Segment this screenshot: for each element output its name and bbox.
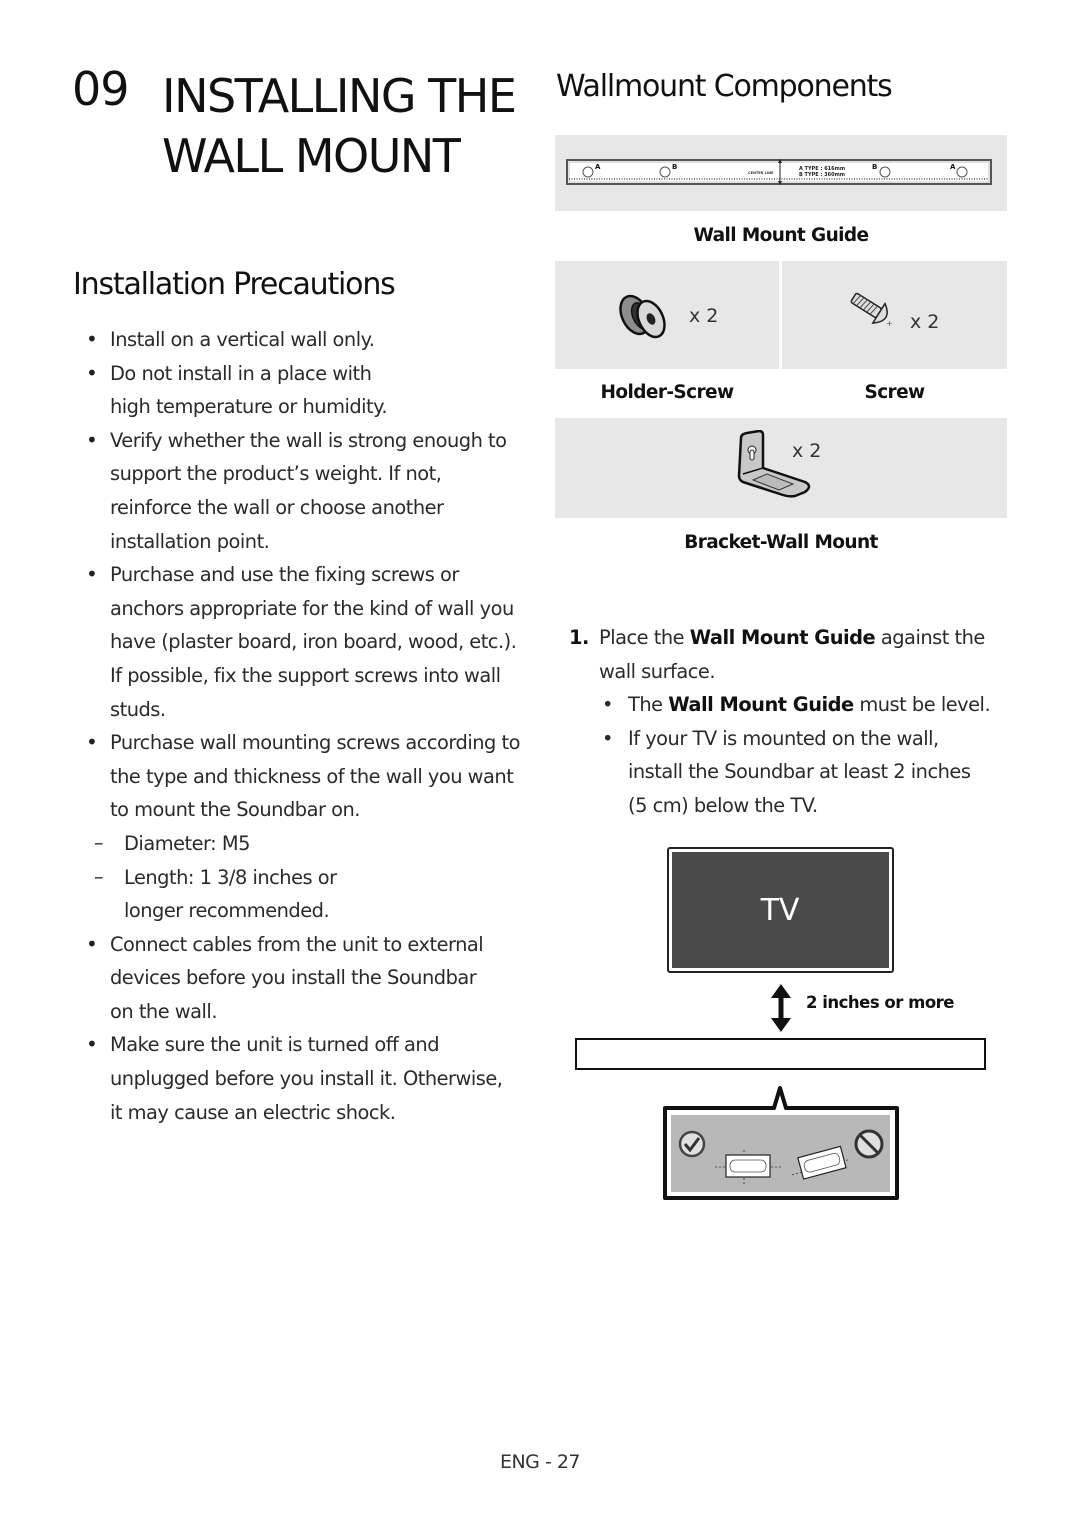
list-item: Do not install in a place with high temp… [84,357,534,424]
mark-a-right: A [950,163,956,171]
precautions-heading: Installation Precautions [73,267,396,302]
wall-mount-guide-panel: A B B A CENTER LINE A TYPE : 616mm B TYP… [555,135,1007,211]
list-item: Connect cables from the unit to external… [84,928,534,1029]
double-arrow-icon [771,984,791,1032]
list-item: Purchase wall mounting screws according … [84,726,534,928]
spec-item-length: Length: 1 3/8 inches or longer recommend… [84,861,534,928]
list-item: Purchase and use the fixing screws or an… [84,558,534,726]
precautions-list: Install on a vertical wall only. Do not … [84,323,534,1129]
hole-a-right [956,166,968,178]
prohibited-icon [854,1129,884,1159]
step-text-bold: Wall Mount Guide [689,626,876,649]
check-circle-icon [678,1130,706,1158]
step-1: 1. Place the Wall Mount Guide against th… [569,621,1009,823]
hole-b-right [879,166,891,178]
screw-icon: + [850,292,893,328]
chapter-title: INSTALLING THE WALL MOUNT [162,66,542,186]
bracket-wall-mount-panel: x 2 [555,418,1007,518]
list-item: Install on a vertical wall only. [84,323,534,357]
screw-label: Screw [864,382,925,403]
bullet-text-post: must be level. [853,693,991,717]
screw-panel: + x 2 [782,261,1007,369]
list-item: The Wall Mount Guide must be level. [599,688,1009,722]
tv-label: TV [760,893,800,928]
list-item-text: Purchase wall mounting screws according … [110,731,520,822]
soundbar-outline [575,1038,986,1070]
svg-text:+: + [886,319,893,328]
wall-mount-guide-illustration: A B B A CENTER LINE A TYPE : 616mm B TYP… [566,159,992,185]
step-1-text: Place the Wall Mount Guide against the w… [569,621,1009,688]
step-1-bullets: The Wall Mount Guide must be level. If y… [569,688,1009,822]
list-item: Verify whether the wall is strong enough… [84,424,534,558]
bullet-text-bold: Wall Mount Guide [668,693,854,717]
holder-screw-label: Holder-Screw [600,382,735,403]
gap-label: 2 inches or more [806,993,955,1012]
bullet-text: If your TV is mounted on the wall, insta… [628,726,971,817]
center-line-label: CENTER LINE [748,171,774,175]
bracket-wall-mount-label: Bracket-Wall Mount [684,532,878,553]
screw-qty: x 2 [910,311,940,333]
hole-a-left [582,166,594,178]
list-item: If your TV is mounted on the wall, insta… [599,722,1009,823]
chapter-title-line-2: WALL MOUNT [162,129,461,183]
step-number: 1. [569,626,589,649]
mark-b-right: B [872,163,877,171]
page-number: ENG - 27 [499,1451,581,1473]
mark-a-left: A [595,163,601,171]
mark-b-left: B [672,163,677,171]
hole-b-left [659,166,671,178]
holder-screw-panel: x 2 [555,261,779,369]
step-text-pre: Place the [599,626,690,649]
list-item: Make sure the unit is turned off and unp… [84,1028,534,1129]
bracket-qty: x 2 [792,440,822,462]
holder-screw-qty: x 2 [689,305,719,327]
bullet-text-pre: The [628,693,669,717]
type-b-spec: B TYPE : 360mm [799,172,845,178]
screw-spec-list: Diameter: M5 Length: 1 3/8 inches or lon… [94,827,534,928]
components-heading: Wallmount Components [556,69,893,104]
wall-mount-guide-label: Wall Mount Guide [693,225,870,246]
spec-item-diameter: Diameter: M5 [84,827,534,861]
tv-soundbar-diagram: TV [575,847,986,1200]
chapter-number: 09 [72,62,130,116]
holder-screw-icon [619,294,666,339]
chapter-title-line-1: INSTALLING THE [162,69,517,123]
